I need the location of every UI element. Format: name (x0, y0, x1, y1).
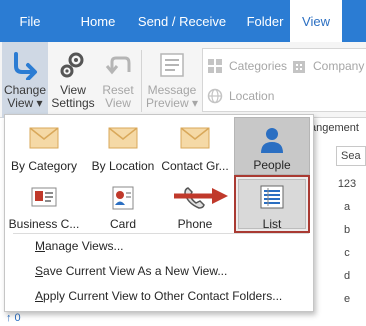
ribbon-tab-bar: File Home Send / Receive Folder View (0, 0, 366, 42)
arrange-categories[interactable]: Categories (207, 55, 287, 77)
envelope-icon (108, 127, 138, 152)
tab-view[interactable]: View (290, 0, 342, 42)
alpha-index-item[interactable]: 123 (332, 178, 362, 201)
search-contacts-input[interactable]: Sea (336, 146, 366, 166)
message-preview-label-2: Preview ▾ (145, 96, 199, 110)
manage-views-accel: M (35, 239, 45, 253)
tab-file[interactable]: File (8, 0, 52, 42)
arrangement-label: angement (310, 122, 359, 134)
gear-icon (58, 50, 88, 83)
reset-view-button[interactable]: Reset View (97, 42, 139, 118)
business-card-icon (29, 185, 59, 212)
envelope-icon (180, 127, 210, 152)
view-by-category-label: By Category (10, 159, 78, 173)
tab-folder[interactable]: Folder (232, 0, 298, 42)
view-list[interactable]: List (234, 175, 310, 233)
view-contact-groups[interactable]: Contact Gr... (157, 119, 233, 177)
view-card-label: Card (109, 217, 136, 231)
arrange-company-label: Company (313, 59, 365, 73)
view-phone-label: Phone (177, 217, 213, 231)
view-by-location[interactable]: By Location (85, 119, 161, 177)
view-card[interactable]: Card (85, 177, 161, 235)
message-preview-button[interactable]: Message Preview ▾ (144, 42, 200, 118)
alpha-index-item[interactable]: c (332, 247, 362, 270)
change-view-button[interactable]: Change View ▾ (2, 42, 48, 118)
undo-icon (103, 50, 133, 83)
change-view-icon (10, 50, 40, 83)
annotation-arrow-icon (172, 186, 232, 209)
arrange-categories-label: Categories (229, 59, 288, 73)
card-icon (110, 185, 136, 214)
envelope-icon (29, 127, 59, 152)
save-view-menu-item[interactable]: Save Current View As a New View... (35, 260, 227, 282)
status-count: ↑ 0 (6, 312, 21, 324)
arrange-location[interactable]: Location (207, 85, 274, 107)
tab-home[interactable]: Home (66, 0, 130, 42)
alpha-index-item[interactable]: d (332, 270, 362, 293)
view-contact-groups-label: Contact Gr... (161, 159, 229, 173)
ribbon: Change View ▾ View Settings Reset View M… (0, 42, 366, 118)
building-icon (291, 58, 307, 81)
alpha-index-item[interactable]: b (332, 224, 362, 247)
view-list-label: List (262, 217, 282, 231)
arrange-company[interactable]: Company (291, 55, 364, 77)
message-preview-icon (157, 50, 187, 83)
view-business-card-label: Business C... (8, 217, 80, 231)
save-view-accel: S (35, 264, 44, 278)
view-business-card[interactable]: Business C... (6, 177, 82, 235)
apply-view-label: pply Current View to Other Contact Folde… (43, 289, 283, 303)
reset-view-label-2: View (105, 96, 131, 110)
view-by-location-label: By Location (91, 159, 155, 173)
view-settings-button[interactable]: View Settings (50, 42, 96, 118)
ribbon-separator (141, 50, 142, 112)
manage-views-menu-item[interactable]: Manage Views... (35, 235, 124, 257)
tab-send-receive[interactable]: Send / Receive (130, 0, 234, 42)
change-view-dropdown: By Category By Location Contact Gr... Pe… (4, 114, 314, 312)
view-people-label: People (253, 158, 291, 172)
list-icon (259, 185, 285, 212)
view-people[interactable]: People (234, 117, 310, 175)
arrangement-gallery: Categories Company Location (202, 48, 366, 112)
globe-icon (207, 88, 223, 111)
alphabet-index: 123 a b c d e (332, 178, 362, 316)
categories-icon (207, 58, 223, 81)
change-view-label-2: View ▾ (7, 96, 43, 110)
apply-view-menu-item[interactable]: Apply Current View to Other Contact Fold… (35, 285, 282, 307)
alpha-index-item[interactable]: e (332, 293, 362, 316)
alpha-index-item[interactable]: a (332, 201, 362, 224)
arrange-location-label: Location (229, 89, 275, 103)
manage-views-label: anage Views... (45, 239, 124, 253)
apply-view-accel: A (35, 289, 44, 303)
person-icon (259, 126, 285, 157)
menu-separator (13, 233, 309, 234)
view-by-category[interactable]: By Category (6, 119, 82, 177)
save-view-label: ave Current View As a New View... (43, 264, 228, 278)
view-settings-label-2: Settings (51, 96, 95, 110)
